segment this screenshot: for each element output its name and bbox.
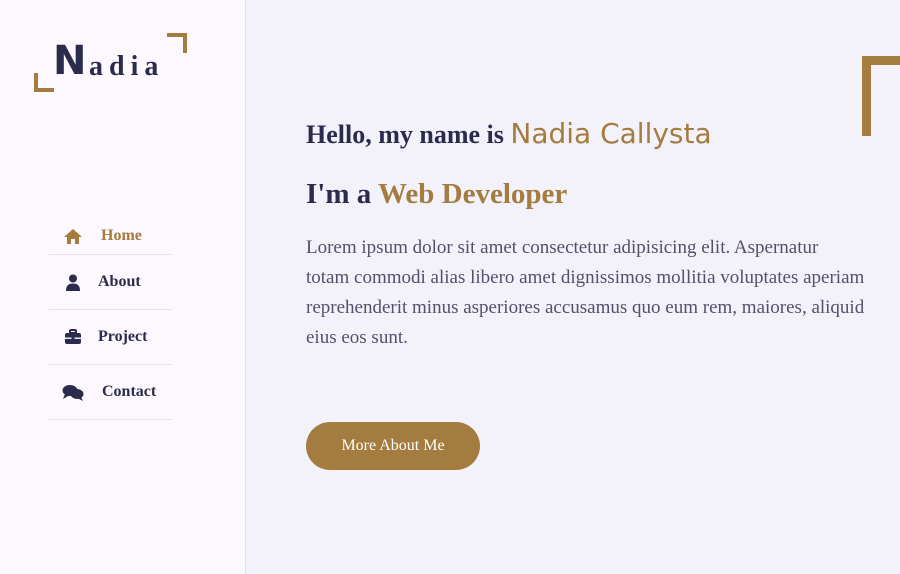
home-icon	[62, 227, 84, 245]
nav-item-home[interactable]: Home	[49, 218, 172, 255]
logo-bracket-bottom-left	[34, 73, 54, 92]
hero-name: Nadia Callysta	[510, 117, 712, 150]
nav-item-contact[interactable]: Contact	[49, 365, 172, 420]
nav-item-label: Project	[98, 328, 148, 345]
more-about-me-button[interactable]: More About Me	[306, 422, 480, 470]
user-icon	[62, 273, 84, 291]
logo-text: adia	[89, 51, 165, 82]
comments-icon	[62, 383, 84, 401]
sidebar: N adia Home About Project Contact	[0, 0, 246, 574]
nav-item-project[interactable]: Project	[49, 310, 172, 365]
nav-item-label: About	[98, 273, 141, 290]
nav-item-label: Home	[101, 227, 142, 244]
nav-item-about[interactable]: About	[49, 255, 172, 310]
logo[interactable]: N adia	[34, 33, 188, 93]
role-heading: I'm a Web Developer	[306, 178, 567, 211]
briefcase-icon	[62, 328, 84, 346]
hero-description: Lorem ipsum dolor sit amet consectetur a…	[306, 237, 865, 348]
sidebar-nav: Home About Project Contact	[49, 218, 172, 420]
role-title: Web Developer	[377, 178, 568, 210]
greeting-text: Hello, my name is	[306, 120, 511, 149]
nav-item-label: Contact	[102, 383, 157, 400]
greeting-heading: Hello, my name is Nadia Callysta	[306, 117, 712, 150]
hero-section: Hello, my name is Nadia Callysta I'm a W…	[246, 0, 900, 574]
corner-decoration	[862, 56, 900, 136]
role-prefix: I'm a	[306, 178, 378, 210]
logo-initial: N	[53, 38, 87, 84]
logo-bracket-top-right	[167, 33, 187, 53]
